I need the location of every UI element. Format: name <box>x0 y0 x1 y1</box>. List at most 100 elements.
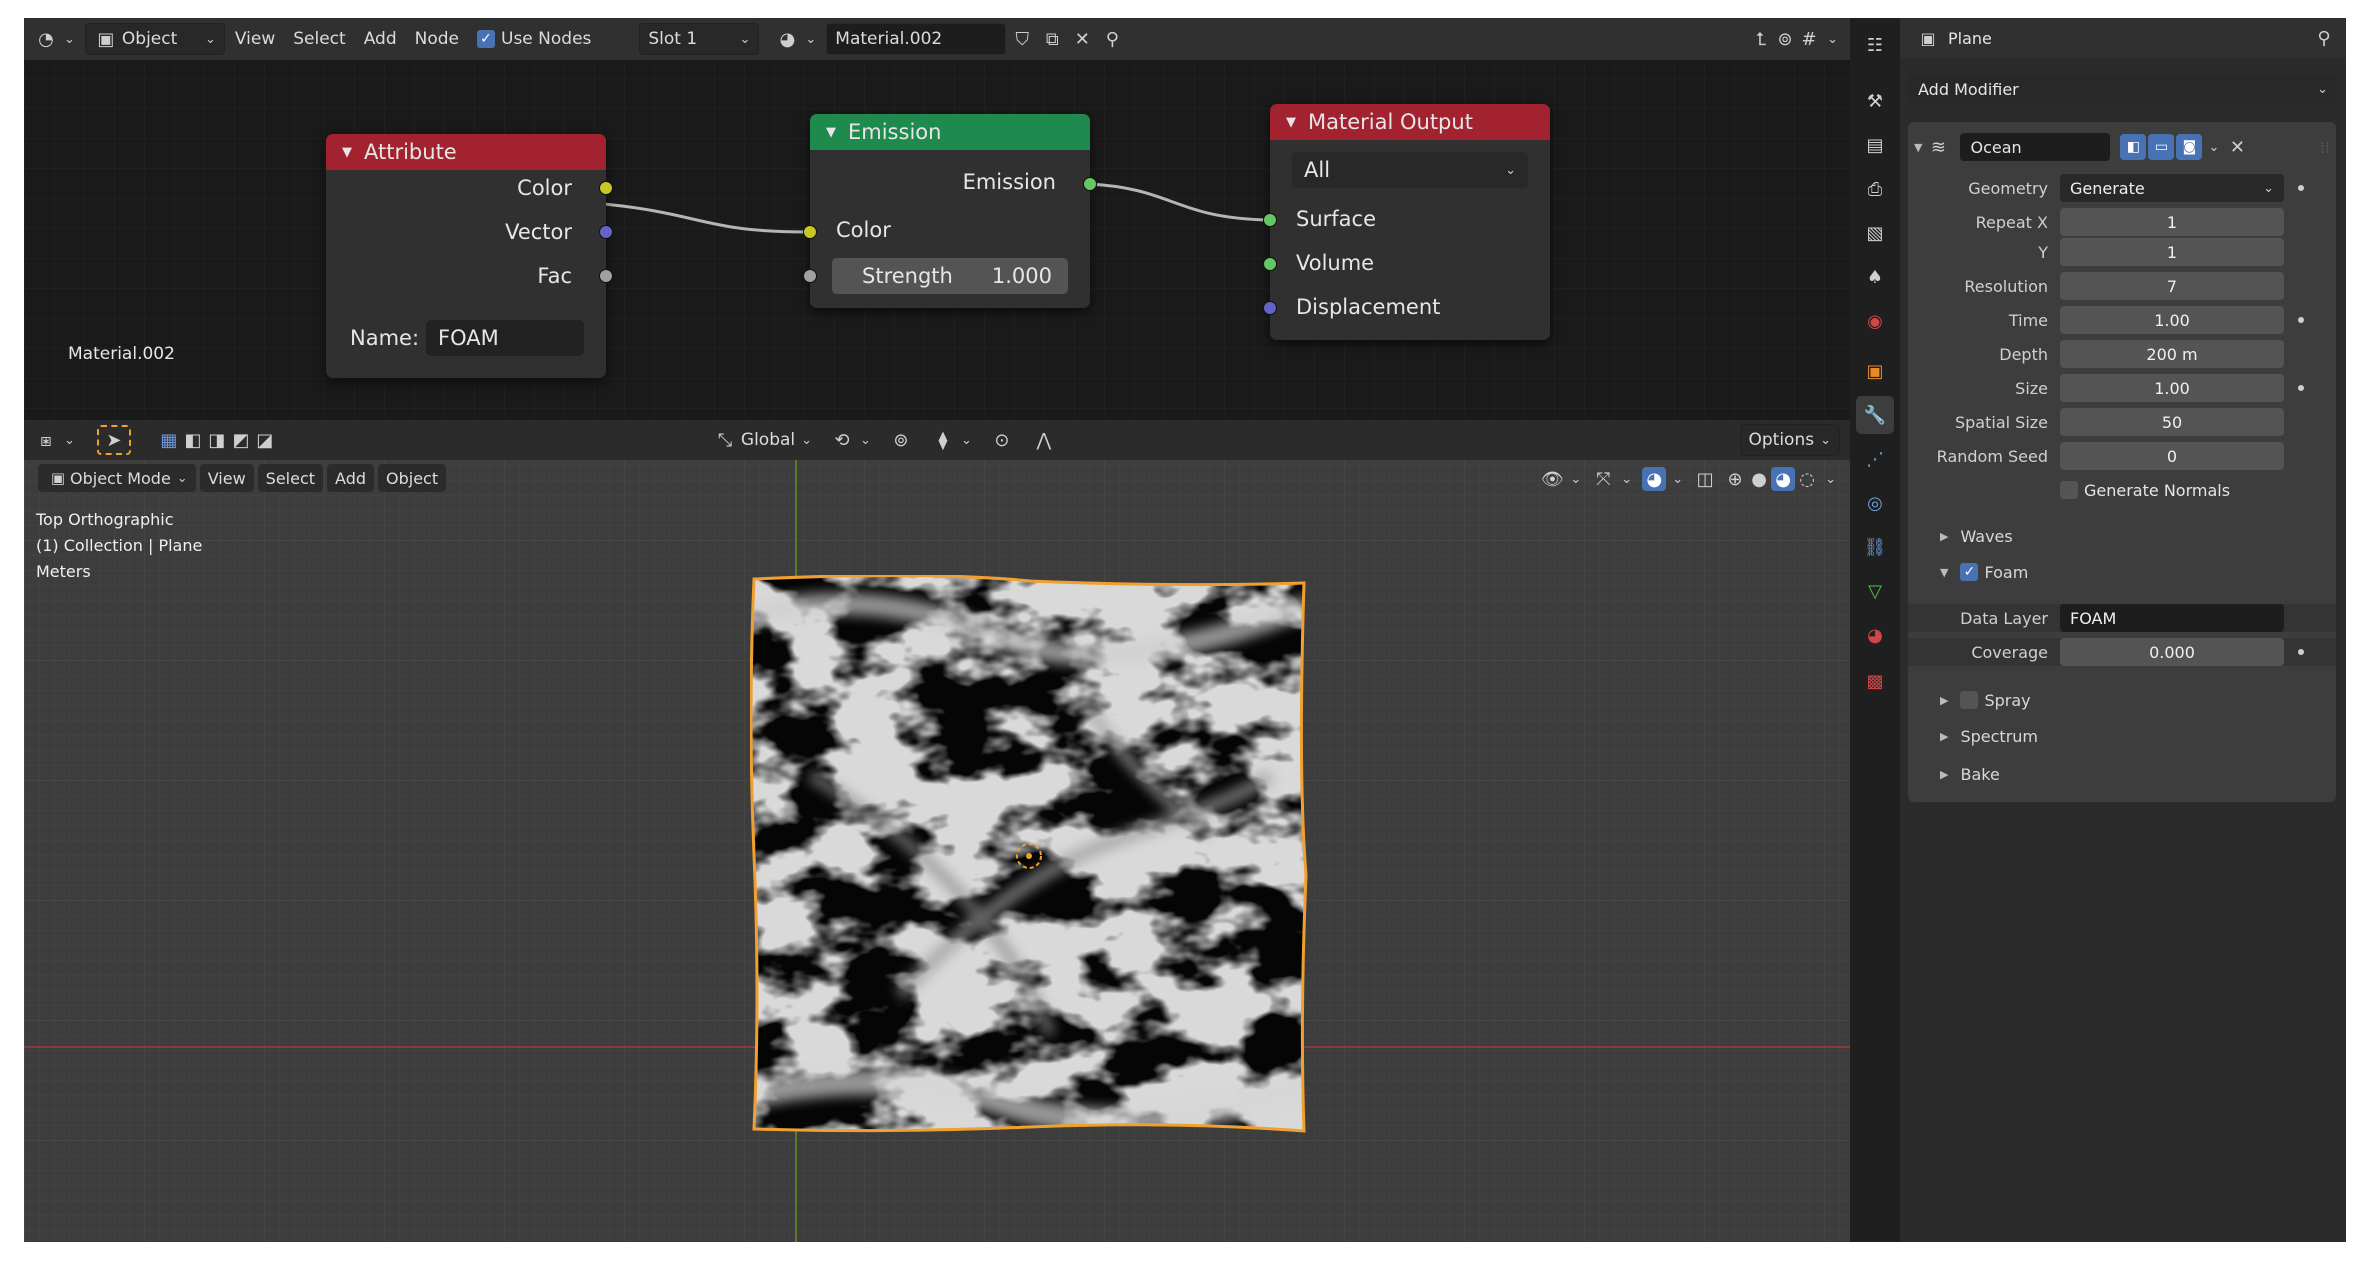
attribute-node-header[interactable]: ▼ Attribute <box>326 134 606 170</box>
drag-handle-icon[interactable]: ⁞⁞ <box>2320 138 2330 157</box>
subpanel-spray[interactable]: ▶ Spray <box>1908 684 2336 716</box>
size-input[interactable]: 1.00 <box>2060 374 2284 402</box>
tab-scene[interactable]: ♠ <box>1856 258 1894 296</box>
tab-texture[interactable]: ▩ <box>1856 662 1894 700</box>
collapse-triangle-icon[interactable]: ▼ <box>342 145 352 160</box>
target-dropdown[interactable]: All ⌄ <box>1292 152 1528 188</box>
resolution-input[interactable]: 7 <box>2060 272 2284 300</box>
proportional-edit-toggle[interactable]: ⊙ <box>982 424 1022 456</box>
select-intersect-icon[interactable]: ◪ <box>253 428 277 452</box>
pin-icon[interactable]: ⚲ <box>2312 26 2336 50</box>
vp-menu-view[interactable]: View <box>199 464 254 492</box>
subpanel-bake[interactable]: ▶ Bake <box>1908 758 2336 790</box>
strength-input-socket[interactable] <box>803 269 817 283</box>
select-new-icon[interactable]: ▦ <box>157 428 181 452</box>
mode-dropdown[interactable]: ▣ Object Mode ⌄ <box>38 464 196 492</box>
generate-normals-toggle[interactable]: Generate Normals <box>1908 476 2336 504</box>
subpanel-foam[interactable]: ▼ ✓ Foam <box>1908 556 2336 588</box>
random-seed-input[interactable]: 0 <box>2060 442 2284 470</box>
color-input-socket[interactable] <box>803 225 817 239</box>
emission-node-header[interactable]: ▼ Emission <box>810 114 1090 150</box>
shader-node-editor[interactable]: ◔ ⌄ ▣ Object ⌄ View Select Add Node ✓ Use… <box>24 18 1850 420</box>
emission-node[interactable]: ▼ Emission Emission Color Strength 1.000 <box>803 114 1097 308</box>
overlays-icon[interactable]: ◕ <box>1642 467 1667 491</box>
tab-output[interactable]: ⎙ <box>1856 170 1894 208</box>
editor-type-selector[interactable]: ⧆ ⌄ <box>26 424 83 456</box>
spatial-size-input[interactable]: 50 <box>2060 408 2284 436</box>
snap-toggle[interactable]: ⊚ <box>881 424 921 456</box>
tab-particles[interactable]: ⋰ <box>1856 440 1894 478</box>
attribute-node[interactable]: ▼ Attribute Color Vector Fac Name: FOAM <box>326 134 613 378</box>
3d-viewport[interactable]: ⧆ ⌄ ➤ ▦ ◧ ◨ ◩ ◪ ⤡ Global ⌄ ⟲ ⌄ ⊚ ⧫ ⌄ ⊙ ⋀… <box>24 420 1850 1242</box>
edit-mode-toggle[interactable]: ◧ <box>2120 134 2147 160</box>
repeat-x-input[interactable]: 1 <box>2060 208 2284 236</box>
strength-field[interactable]: Strength 1.000 <box>832 258 1068 294</box>
tab-material[interactable]: ◕ <box>1856 616 1894 654</box>
geometry-dropdown[interactable]: Generate ⌄ <box>2060 174 2284 202</box>
subpanel-spectrum[interactable]: ▶ Spectrum <box>1908 720 2336 752</box>
material-output-node[interactable]: ▼ Material Output All ⌄ Surface Volume D… <box>1263 104 1550 340</box>
vector-output-socket[interactable] <box>599 225 613 239</box>
tab-constraints[interactable]: ⛓ <box>1856 528 1894 566</box>
chevron-down-icon[interactable]: ⌄ <box>2208 140 2219 155</box>
keyframe-dot-icon[interactable] <box>2298 317 2304 323</box>
depth-input[interactable]: 200 m <box>2060 340 2284 368</box>
select-extend-icon[interactable]: ◧ <box>181 428 205 452</box>
attribute-name-field[interactable]: FOAM <box>426 320 584 356</box>
tab-object[interactable]: ▣ <box>1856 352 1894 390</box>
falloff-dropdown[interactable]: ⋀ <box>1024 424 1064 456</box>
wireframe-shading-icon[interactable]: ⊕ <box>1723 467 1747 491</box>
displacement-input-socket[interactable] <box>1263 301 1277 315</box>
collapse-triangle-icon[interactable]: ▼ <box>1914 141 1922 154</box>
tab-modifiers[interactable]: 🔧 <box>1856 396 1894 434</box>
color-output-socket[interactable] <box>599 181 613 195</box>
ocean-plane-object[interactable] <box>750 575 1308 1135</box>
tab-render[interactable]: ▤ <box>1856 126 1894 164</box>
select-tool-button[interactable]: ➤ <box>96 425 131 455</box>
options-dropdown[interactable]: Options ⌄ <box>1739 424 1840 456</box>
keyframe-dot-icon[interactable] <box>2298 185 2304 191</box>
data-layer-input[interactable]: FOAM <box>2060 604 2284 632</box>
editor-type-properties[interactable]: ☷ <box>1856 26 1894 64</box>
vp-menu-object[interactable]: Object <box>378 464 447 492</box>
collapse-triangle-icon[interactable]: ▼ <box>1286 115 1296 130</box>
surface-input-socket[interactable] <box>1263 213 1277 227</box>
properties-editor[interactable]: ▣ Plane ⚲ Add Modifier ⌄ ▼ ≋ Ocean ◧ ▭ ◙… <box>1900 18 2346 1242</box>
keyframe-dot-icon[interactable] <box>2298 385 2304 391</box>
tab-tool[interactable]: ⚒ <box>1856 82 1894 120</box>
rendered-shading-icon[interactable]: ◌ <box>1795 467 1819 491</box>
fac-output-socket[interactable] <box>599 269 613 283</box>
keyframe-dot-icon[interactable] <box>2298 649 2304 655</box>
gizmo-icon[interactable]: ⤧ <box>1591 467 1615 491</box>
snap-target-dropdown[interactable]: ⧫ ⌄ <box>923 424 980 456</box>
tab-world[interactable]: ◉ <box>1856 302 1894 340</box>
coverage-input[interactable]: 0.000 <box>2060 638 2284 666</box>
modifier-name-field[interactable]: Ocean <box>1960 133 2111 161</box>
close-icon[interactable]: ✕ <box>2225 135 2249 159</box>
checkmark-icon[interactable]: ✓ <box>1960 563 1979 581</box>
vp-menu-add[interactable]: Add <box>327 464 375 492</box>
add-modifier-dropdown[interactable]: Add Modifier ⌄ <box>1908 74 2336 104</box>
emission-output-socket[interactable] <box>1083 177 1097 191</box>
select-invert-icon[interactable]: ◩ <box>229 428 253 452</box>
pivot-point-dropdown[interactable]: ⟲ ⌄ <box>822 424 879 456</box>
solid-shading-icon[interactable]: ● <box>1747 467 1771 491</box>
collapse-triangle-icon[interactable]: ▼ <box>826 125 836 140</box>
volume-input-socket[interactable] <box>1263 257 1277 271</box>
render-toggle[interactable]: ◙ <box>2176 134 2203 160</box>
time-input[interactable]: 1.00 <box>2060 306 2284 334</box>
transform-orientation-dropdown[interactable]: ⤡ Global ⌄ <box>705 424 820 456</box>
material-output-header[interactable]: ▼ Material Output <box>1270 104 1550 140</box>
tab-physics[interactable]: ◎ <box>1856 484 1894 522</box>
material-preview-icon[interactable]: ◕ <box>1771 467 1796 491</box>
select-subtract-icon[interactable]: ◨ <box>205 428 229 452</box>
xray-icon[interactable]: ◫ <box>1693 467 1717 491</box>
unchecked-box-icon[interactable] <box>1960 691 1979 709</box>
visibility-icon[interactable]: 👁 <box>1540 467 1564 491</box>
tab-data[interactable]: ▽ <box>1856 572 1894 610</box>
vp-menu-select[interactable]: Select <box>257 464 324 492</box>
viewport-toggle[interactable]: ▭ <box>2148 134 2175 160</box>
subpanel-waves[interactable]: ▶ Waves <box>1908 520 2336 552</box>
repeat-y-input[interactable]: 1 <box>2060 238 2284 266</box>
tab-view-layer[interactable]: ▧ <box>1856 214 1894 252</box>
